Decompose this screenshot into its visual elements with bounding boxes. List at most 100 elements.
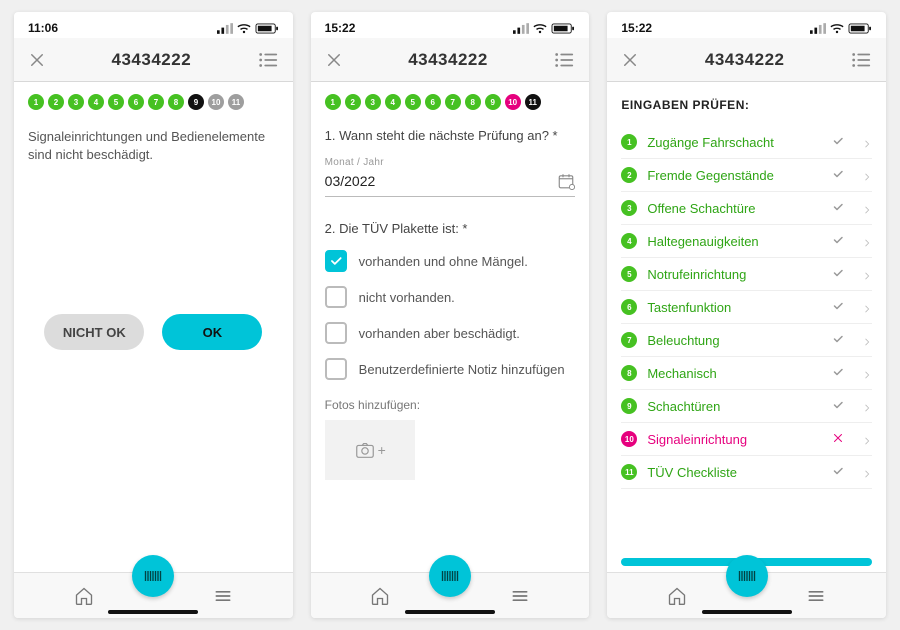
statusbar: 11:06: [14, 12, 293, 38]
step-dot[interactable]: 9: [485, 94, 501, 110]
page-title: 43434222: [705, 50, 785, 70]
menu-icon[interactable]: [213, 586, 233, 606]
step-dot[interactable]: 4: [385, 94, 401, 110]
menu-icon[interactable]: [510, 586, 530, 606]
row-label: Notrufeinrichtung: [647, 267, 822, 282]
tab-bar: [14, 572, 293, 618]
step-dot[interactable]: 5: [405, 94, 421, 110]
step-dot[interactable]: 11: [525, 94, 541, 110]
add-photo-button[interactable]: +: [325, 420, 415, 480]
review-row[interactable]: 1Zugänge Fahrschacht: [621, 126, 872, 159]
option-row[interactable]: nicht vorhanden.: [325, 286, 576, 308]
date-input[interactable]: 03/2022: [325, 168, 576, 197]
option-row[interactable]: vorhanden und ohne Mängel.: [325, 250, 576, 272]
calendar-icon[interactable]: [557, 172, 575, 190]
home-indicator: [108, 610, 198, 614]
option-row[interactable]: vorhanden aber beschädigt.: [325, 322, 576, 344]
close-icon[interactable]: [28, 51, 46, 69]
status-indicators: [513, 23, 575, 34]
overview-icon[interactable]: [850, 49, 872, 71]
row-number-badge: 5: [621, 266, 637, 282]
chevron-right-icon: [862, 401, 872, 411]
review-row[interactable]: 5 Notrufeinrichtung: [621, 258, 872, 291]
home-icon[interactable]: [667, 586, 687, 606]
step-dot[interactable]: 7: [148, 94, 164, 110]
checkbox[interactable]: [325, 250, 347, 272]
chevron-right-icon: [862, 302, 872, 312]
home-icon[interactable]: [370, 586, 390, 606]
menu-icon[interactable]: [806, 586, 826, 606]
step-dot[interactable]: 4: [88, 94, 104, 110]
step-dot[interactable]: 8: [168, 94, 184, 110]
chevron-right-icon: [862, 434, 872, 444]
chevron-right-icon: [862, 170, 872, 180]
chevron-right-icon: [862, 137, 872, 147]
check-icon: [832, 366, 846, 380]
chevron-right-icon: [862, 335, 872, 345]
overview-icon[interactable]: [553, 49, 575, 71]
check-icon: [832, 168, 846, 182]
step-indicator: 1234567891011: [28, 94, 279, 110]
review-row[interactable]: 7Beleuchtung: [621, 324, 872, 357]
option-row[interactable]: Benutzerdefinierte Notiz hinzufügen: [325, 358, 576, 380]
row-number-badge: 10: [621, 431, 637, 447]
cellular-icon: [810, 23, 826, 34]
step-dot[interactable]: 6: [425, 94, 441, 110]
step-dot[interactable]: 3: [365, 94, 381, 110]
step-dot[interactable]: 5: [108, 94, 124, 110]
row-label: Haltegenauigkeiten: [647, 234, 822, 249]
step-dot[interactable]: 2: [345, 94, 361, 110]
wifi-icon: [237, 23, 251, 34]
chevron-right-icon: [862, 269, 872, 279]
step-dot[interactable]: 2: [48, 94, 64, 110]
scan-fab[interactable]: [132, 555, 174, 597]
row-number-badge: 7: [621, 332, 637, 348]
step-dot[interactable]: 1: [28, 94, 44, 110]
page-title: 43434222: [112, 50, 192, 70]
row-number-badge: 1: [621, 134, 637, 150]
not-ok-button[interactable]: NICHT OK: [44, 314, 144, 350]
step-dot[interactable]: 11: [228, 94, 244, 110]
checkbox[interactable]: [325, 322, 347, 344]
camera-icon: [354, 439, 376, 461]
app-header: 43434222: [607, 38, 886, 82]
option-label: vorhanden und ohne Mängel.: [359, 254, 528, 269]
review-row[interactable]: 3Offene Schachtüre: [621, 192, 872, 225]
scan-fab[interactable]: [726, 555, 768, 597]
step-dot[interactable]: 8: [465, 94, 481, 110]
review-row[interactable]: 4Haltegenauigkeiten: [621, 225, 872, 258]
step-dot[interactable]: 7: [445, 94, 461, 110]
row-label: Schachtüren: [647, 399, 822, 414]
home-icon[interactable]: [74, 586, 94, 606]
scan-fab[interactable]: [429, 555, 471, 597]
checkbox[interactable]: [325, 358, 347, 380]
step-dot[interactable]: 6: [128, 94, 144, 110]
option-label: nicht vorhanden.: [359, 290, 455, 305]
review-row[interactable]: 8Mechanisch: [621, 357, 872, 390]
content: EINGABEN PRÜFEN: 1Zugänge Fahrschacht2Fr…: [607, 82, 886, 572]
step-dot[interactable]: 3: [68, 94, 84, 110]
step-dot[interactable]: 10: [505, 94, 521, 110]
step-dot[interactable]: 1: [325, 94, 341, 110]
review-row[interactable]: 6Tastenfunktion: [621, 291, 872, 324]
home-indicator: [405, 610, 495, 614]
review-row[interactable]: 9Schachtüren: [621, 390, 872, 423]
close-icon[interactable]: [325, 51, 343, 69]
review-row[interactable]: 11TÜV Checkliste: [621, 456, 872, 489]
step-dot[interactable]: 9: [188, 94, 204, 110]
review-row[interactable]: 2Fremde Gegenstände: [621, 159, 872, 192]
checkbox[interactable]: [325, 286, 347, 308]
chevron-right-icon: [862, 203, 872, 213]
check-icon: [832, 465, 846, 479]
screen-review: 15:22 43434222 EINGABEN PRÜFEN: 1Zugänge…: [607, 12, 886, 618]
page-title: 43434222: [408, 50, 488, 70]
content: 1234567891011 Signaleinrichtungen und Be…: [14, 82, 293, 572]
step-dot[interactable]: 10: [208, 94, 224, 110]
wifi-icon: [830, 23, 844, 34]
close-icon[interactable]: [621, 51, 639, 69]
ok-button[interactable]: OK: [162, 314, 262, 350]
overview-icon[interactable]: [257, 49, 279, 71]
review-row[interactable]: 10Signaleinrichtung: [621, 423, 872, 456]
question-2-label: 2. Die TÜV Plakette ist: *: [325, 221, 576, 236]
status-indicators: [217, 23, 279, 34]
